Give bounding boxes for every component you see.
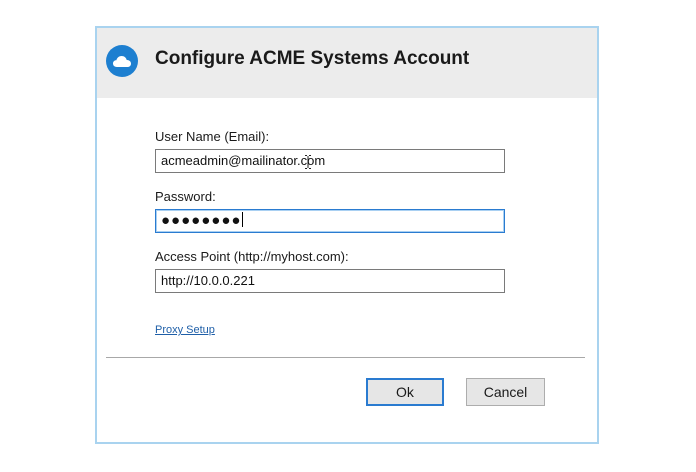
access-point-label: Access Point (http://myhost.com): xyxy=(155,249,349,264)
dialog-header: Configure ACME Systems Account xyxy=(97,28,597,98)
text-cursor-icon xyxy=(305,155,311,169)
password-value: ●●●●●●●● xyxy=(161,212,242,229)
access-point-field[interactable]: http://10.0.0.221 xyxy=(155,269,505,293)
cancel-button[interactable]: Cancel xyxy=(466,378,545,406)
separator xyxy=(106,357,585,358)
username-value: acmeadmin@mailinator.com xyxy=(161,153,326,168)
username-label: User Name (Email): xyxy=(155,129,270,144)
password-label: Password: xyxy=(155,189,216,204)
ok-button[interactable]: Ok xyxy=(366,378,444,406)
configure-account-dialog: Configure ACME Systems Account User Name… xyxy=(95,26,599,444)
username-field[interactable]: acmeadmin@mailinator.com xyxy=(155,149,505,173)
access-point-value: http://10.0.0.221 xyxy=(161,273,255,288)
password-field[interactable]: ●●●●●●●● xyxy=(155,209,505,233)
dialog-title: Configure ACME Systems Account xyxy=(155,48,470,69)
proxy-setup-link[interactable]: Proxy Setup xyxy=(155,324,215,336)
cloud-icon xyxy=(106,45,138,77)
text-caret xyxy=(242,212,244,227)
